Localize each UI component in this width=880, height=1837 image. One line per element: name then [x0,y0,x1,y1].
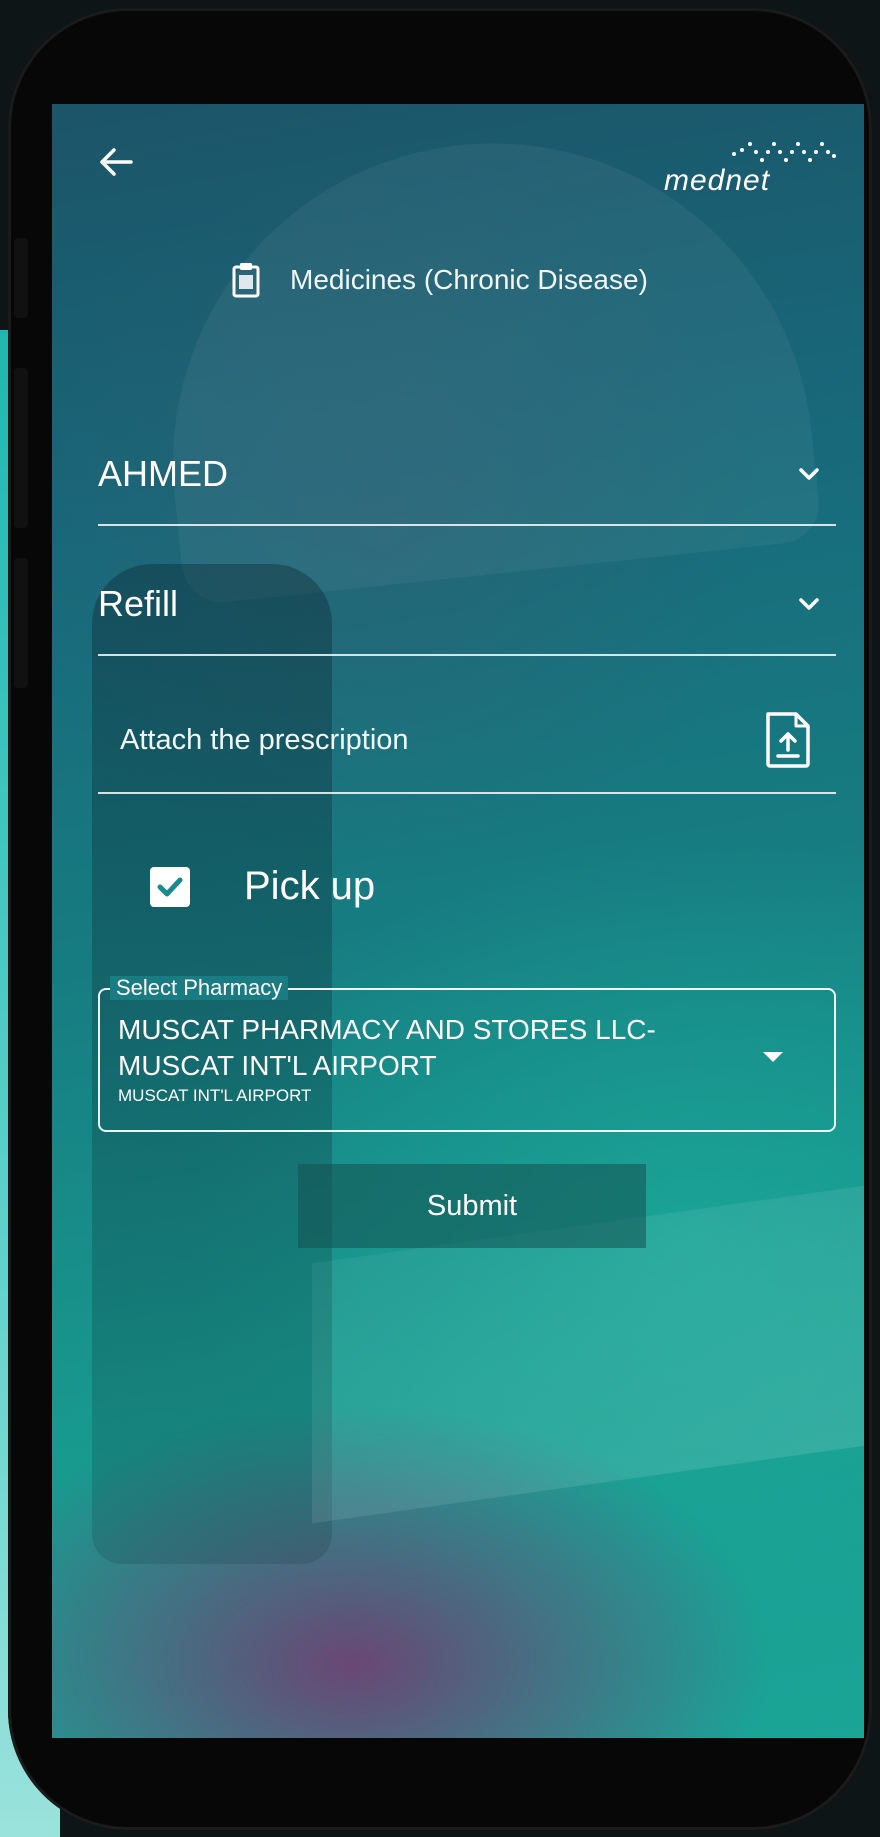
clipboard-icon [232,263,260,298]
arrow-left-icon [100,148,133,176]
attach-prescription-label: Attach the prescription [120,723,409,756]
file-upload-icon[interactable] [762,710,814,770]
page-title: Medicines (Chronic Disease) [232,262,648,298]
pharmacy-subtitle: MUSCAT INT'L AIRPORT [118,1086,312,1105]
pickup-checkbox[interactable] [150,866,190,907]
mednet-logo-text: mednet [664,164,771,197]
pickup-option[interactable]: Pick up [150,864,375,909]
back-button[interactable] [96,142,136,182]
app-screen: mednet Medicines (Chronic Disease) AHMED… [52,104,864,1738]
chevron-down-icon [799,468,819,480]
chevron-down-icon [799,598,819,610]
pickup-label: Pick up [244,864,376,908]
page-title-text: Medicines (Chronic Disease) [290,264,648,295]
member-select[interactable]: AHMED [98,424,836,526]
power-button [14,558,28,688]
checkmark-icon [157,877,183,896]
request-type-select[interactable]: Refill [98,554,836,656]
request-type-value: Refill [98,583,179,624]
caret-down-icon [763,1052,783,1062]
phone-frame: mednet Medicines (Chronic Disease) AHMED… [8,8,872,1830]
pharmacy-name: MUSCAT PHARMACY AND STORES LLC- MUSCAT I… [118,1014,656,1081]
pharmacy-select-label: Select Pharmacy [110,976,289,1000]
member-select-value: AHMED [98,453,229,494]
pharmacy-select[interactable]: Select Pharmacy MUSCAT PHARMACY AND STOR… [98,976,836,1132]
submit-button[interactable]: Submit [298,1164,646,1248]
volume-down-button [14,368,28,528]
attach-prescription-field[interactable]: Attach the prescription [98,688,836,794]
volume-up-button [14,238,28,318]
